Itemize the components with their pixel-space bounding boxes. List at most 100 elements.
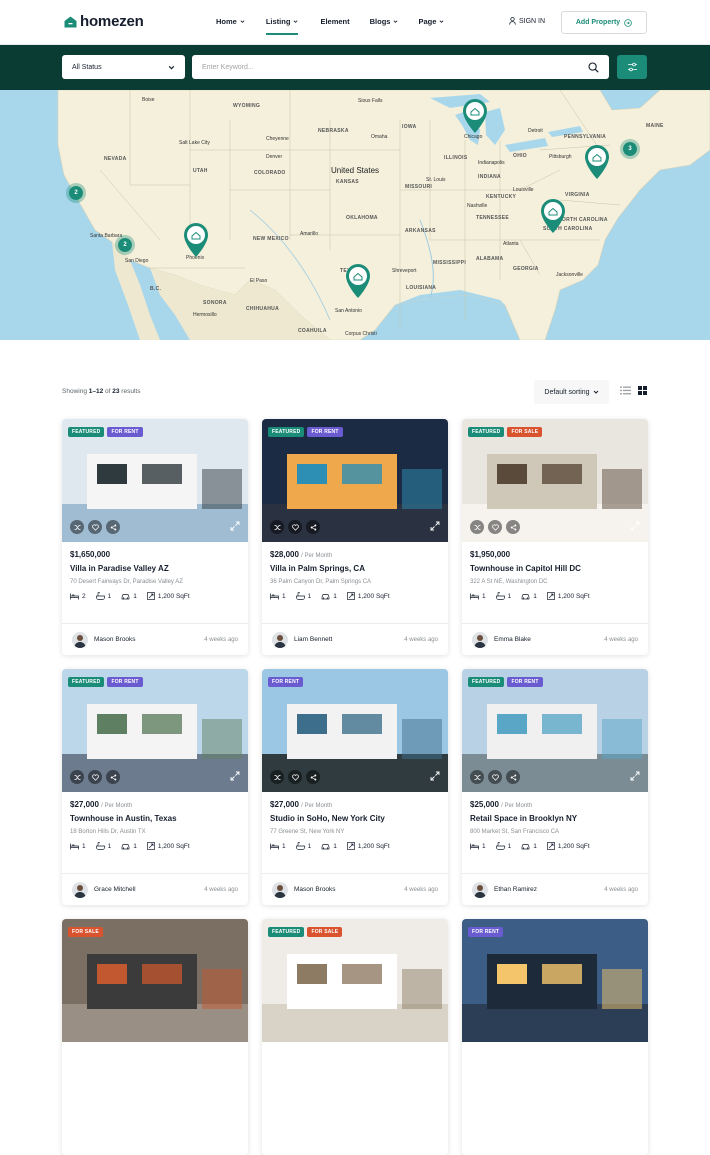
property-card[interactable]: FOR SALE — [62, 919, 248, 1155]
compare-button[interactable] — [270, 770, 284, 784]
property-title[interactable]: Townhouse in Capitol Hill DC — [470, 564, 640, 573]
keyword-input[interactable]: Enter Keyword... — [192, 55, 609, 79]
agent[interactable]: Ethan Ramirez — [472, 881, 537, 898]
compare-button[interactable] — [70, 770, 84, 784]
property-image[interactable]: FOR RENT — [262, 669, 448, 792]
property-card[interactable]: FEATURED FOR SALE — [262, 919, 448, 1155]
bed-icon — [70, 843, 79, 849]
share-button[interactable] — [306, 770, 320, 784]
compare-button[interactable] — [70, 520, 84, 534]
shuffle-icon — [474, 774, 480, 780]
compare-button[interactable] — [270, 520, 284, 534]
favorite-button[interactable] — [288, 520, 302, 534]
chevron-down-icon — [168, 65, 175, 69]
map-cluster[interactable]: 2 — [66, 183, 86, 203]
share-button[interactable] — [106, 770, 120, 784]
nav-blogs[interactable]: Blogs — [370, 17, 399, 26]
share-button[interactable] — [506, 520, 520, 534]
map-state-label: LOUISIANA — [406, 285, 437, 291]
garage-count: 1 — [121, 843, 137, 850]
property-card[interactable]: FEATURED FOR RENT $28,000 / Per Month Villa… — [262, 419, 448, 655]
favorite-button[interactable] — [88, 520, 102, 534]
favorite-button[interactable] — [288, 770, 302, 784]
map-marker-icon[interactable] — [343, 261, 373, 299]
property-image[interactable]: FEATURED FOR RENT — [62, 419, 248, 542]
property-image[interactable]: FEATURED FOR RENT — [262, 419, 448, 542]
favorite-button[interactable] — [88, 770, 102, 784]
property-image[interactable]: FEATURED FOR RENT — [462, 669, 648, 792]
property-title[interactable]: Villa in Paradise Valley AZ — [70, 564, 240, 573]
favorite-button[interactable] — [488, 770, 502, 784]
share-button[interactable] — [106, 520, 120, 534]
expand-icon[interactable] — [630, 521, 640, 531]
bed-icon — [270, 593, 279, 599]
expand-icon[interactable] — [630, 771, 640, 781]
status-badge: FOR RENT — [268, 677, 304, 687]
map-marker-icon[interactable] — [181, 220, 211, 258]
nav-element[interactable]: Element — [320, 17, 349, 26]
expand-icon[interactable] — [430, 521, 440, 531]
filter-button[interactable] — [617, 55, 647, 79]
heart-icon — [491, 524, 499, 531]
status-select[interactable]: All Status — [62, 55, 185, 79]
property-title[interactable]: Villa in Palm Springs, CA — [270, 564, 440, 573]
add-property-button[interactable]: Add Property — [561, 11, 647, 34]
favorite-button[interactable] — [488, 520, 502, 534]
list-view-icon[interactable] — [620, 386, 631, 395]
map-state-label: UTAH — [193, 168, 208, 174]
map-cluster[interactable]: 3 — [620, 139, 640, 159]
agent[interactable]: Mason Brooks — [72, 631, 136, 648]
property-card[interactable]: FEATURED FOR RENT $1,650,000 Villa in Para… — [62, 419, 248, 655]
map-city-label: Shreveport — [392, 268, 417, 274]
agent[interactable]: Grace Mitchell — [72, 881, 136, 898]
status-badge: FOR RENT — [107, 427, 143, 437]
compare-button[interactable] — [470, 520, 484, 534]
listing-map[interactable]: United States WYOMING NEBRASKA IOWA NEVA… — [0, 90, 710, 340]
agent[interactable]: Liam Bennett — [272, 631, 332, 648]
property-title[interactable]: Studio in SoHo, New York City — [270, 814, 440, 823]
share-button[interactable] — [506, 770, 520, 784]
property-image[interactable]: FEATURED FOR SALE — [462, 419, 648, 542]
expand-icon[interactable] — [230, 771, 240, 781]
property-card[interactable]: FEATURED FOR RENT $27,000 / Per Month Townh… — [62, 669, 248, 905]
property-card[interactable]: FOR RENT — [462, 919, 648, 1155]
property-image[interactable]: FEATURED FOR SALE — [262, 919, 448, 1042]
map-cluster[interactable]: 2 — [115, 235, 135, 255]
agent[interactable]: Mason Brooks — [272, 881, 336, 898]
status-badge: FEATURED — [268, 927, 305, 937]
property-image[interactable]: FEATURED FOR RENT — [62, 669, 248, 792]
sign-in-link[interactable]: SIGN IN — [509, 17, 545, 25]
share-button[interactable] — [306, 520, 320, 534]
property-title[interactable]: Townhouse in Austin, Texas — [70, 814, 240, 823]
map-marker-icon[interactable] — [460, 96, 490, 134]
nav-page[interactable]: Page — [418, 17, 444, 26]
compare-button[interactable] — [470, 770, 484, 784]
posted-time: 4 weeks ago — [604, 886, 638, 893]
property-image[interactable]: FOR RENT — [462, 919, 648, 1042]
bed-icon — [470, 593, 479, 599]
property-title[interactable]: Retail Space in Brooklyn NY — [470, 814, 640, 823]
property-card[interactable]: FEATURED FOR SALE $1,950,000 Townhouse in … — [462, 419, 648, 655]
sliders-icon — [627, 62, 637, 72]
grid-view-icon[interactable] — [638, 386, 647, 395]
map-city-label: Omaha — [371, 134, 388, 140]
beds-count: 1 — [70, 843, 86, 850]
nav-home[interactable]: Home — [216, 17, 245, 26]
sort-select[interactable]: Default sorting — [534, 380, 609, 404]
map-state-label: NEVADA — [104, 156, 127, 162]
property-card[interactable]: FEATURED FOR RENT $25,000 / Per Month Retai… — [462, 669, 648, 905]
map-state-label: ALABAMA — [476, 256, 504, 262]
nav-listing[interactable]: Listing — [265, 17, 299, 35]
search-icon[interactable] — [588, 61, 599, 73]
expand-icon[interactable] — [430, 771, 440, 781]
map-marker-icon[interactable] — [582, 142, 612, 180]
avatar — [72, 631, 88, 648]
logo[interactable]: homezen — [64, 13, 144, 30]
property-image[interactable]: FOR SALE — [62, 919, 248, 1042]
bath-icon — [495, 592, 505, 600]
map-marker-icon[interactable] — [538, 196, 568, 234]
expand-icon[interactable] — [230, 521, 240, 531]
agent[interactable]: Emma Blake — [472, 631, 531, 648]
property-card[interactable]: FOR RENT $27,000 / Per Month Studio in SoH… — [262, 669, 448, 905]
property-price: $1,950,000 — [470, 550, 511, 559]
